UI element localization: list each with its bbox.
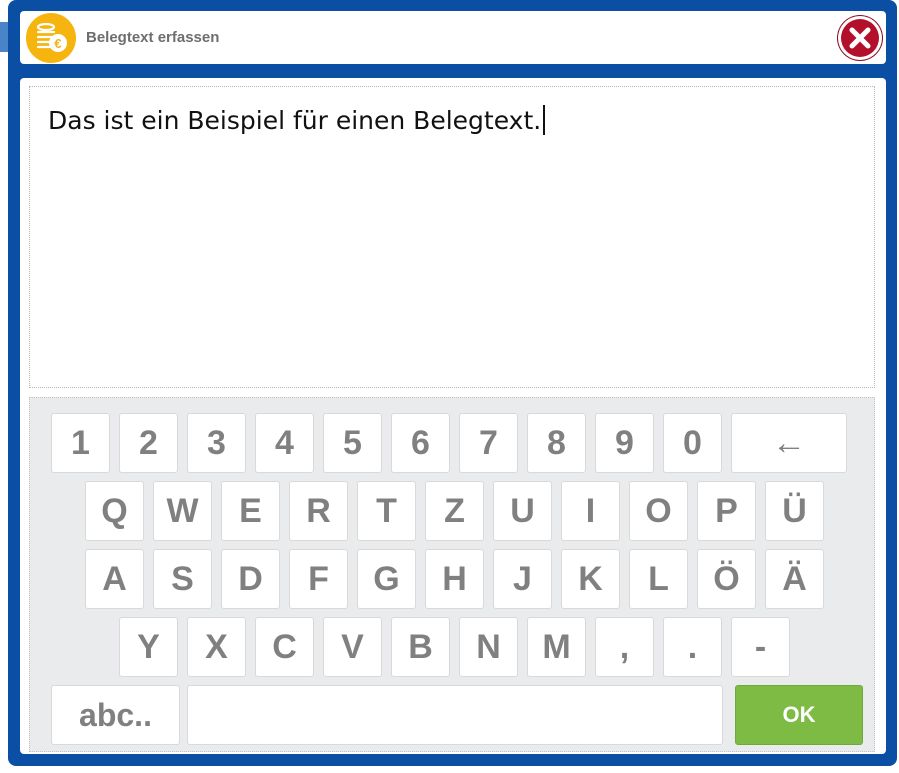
dialog-content: Das ist ein Beispiel für einen Belegtext… xyxy=(20,78,886,754)
key-6[interactable]: 6 xyxy=(391,413,450,473)
key-comma[interactable]: , xyxy=(595,617,654,677)
key-w[interactable]: W xyxy=(153,481,212,541)
key-7[interactable]: 7 xyxy=(459,413,518,473)
key-u[interactable]: U xyxy=(493,481,552,541)
key-p[interactable]: P xyxy=(697,481,756,541)
key-ue[interactable]: Ü xyxy=(765,481,824,541)
key-q[interactable]: Q xyxy=(85,481,144,541)
key-oe[interactable]: Ö xyxy=(697,549,756,609)
key-d[interactable]: D xyxy=(221,549,280,609)
ok-button[interactable]: OK xyxy=(735,685,863,745)
key-k[interactable]: K xyxy=(561,549,620,609)
key-0[interactable]: 0 xyxy=(663,413,722,473)
space-key[interactable] xyxy=(187,685,723,745)
key-1[interactable]: 1 xyxy=(51,413,110,473)
key-l[interactable]: L xyxy=(629,549,688,609)
key-period[interactable]: . xyxy=(663,617,722,677)
key-v[interactable]: V xyxy=(323,617,382,677)
belegtext-value: Das ist ein Beispiel für einen Belegtext… xyxy=(48,106,542,135)
key-g[interactable]: G xyxy=(357,549,416,609)
key-e[interactable]: E xyxy=(221,481,280,541)
key-5[interactable]: 5 xyxy=(323,413,382,473)
key-o[interactable]: O xyxy=(629,481,688,541)
key-hyphen[interactable]: - xyxy=(731,617,790,677)
key-i[interactable]: I xyxy=(561,481,620,541)
key-t[interactable]: T xyxy=(357,481,416,541)
onscreen-keyboard: 1 2 3 4 5 6 7 8 9 0 ← Q W E R T Z U I O … xyxy=(29,397,875,752)
close-icon xyxy=(849,27,871,49)
key-n[interactable]: N xyxy=(459,617,518,677)
dialog-titlebar: € Belegtext erfassen xyxy=(20,11,886,64)
key-a[interactable]: A xyxy=(85,549,144,609)
dialog-title: Belegtext erfassen xyxy=(86,29,220,46)
backspace-key[interactable]: ← xyxy=(731,413,847,473)
coins-euro-icon: € xyxy=(26,13,76,63)
key-8[interactable]: 8 xyxy=(527,413,586,473)
key-c[interactable]: C xyxy=(255,617,314,677)
key-j[interactable]: J xyxy=(493,549,552,609)
key-m[interactable]: M xyxy=(527,617,586,677)
key-s[interactable]: S xyxy=(153,549,212,609)
key-b[interactable]: B xyxy=(391,617,450,677)
key-4[interactable]: 4 xyxy=(255,413,314,473)
key-f[interactable]: F xyxy=(289,549,348,609)
key-r[interactable]: R xyxy=(289,481,348,541)
abc-mode-key[interactable]: abc.. xyxy=(51,685,180,745)
key-3[interactable]: 3 xyxy=(187,413,246,473)
belegtext-textarea[interactable]: Das ist ein Beispiel für einen Belegtext… xyxy=(29,86,875,388)
key-9[interactable]: 9 xyxy=(595,413,654,473)
close-button[interactable] xyxy=(838,16,882,60)
key-ae[interactable]: Ä xyxy=(765,549,824,609)
svg-text:€: € xyxy=(54,36,61,51)
key-y[interactable]: Y xyxy=(119,617,178,677)
key-2[interactable]: 2 xyxy=(119,413,178,473)
key-z[interactable]: Z xyxy=(425,481,484,541)
key-h[interactable]: H xyxy=(425,549,484,609)
key-x[interactable]: X xyxy=(187,617,246,677)
text-caret xyxy=(543,105,546,135)
dialog-window: € Belegtext erfassen Das ist ein Beispie… xyxy=(8,0,897,766)
